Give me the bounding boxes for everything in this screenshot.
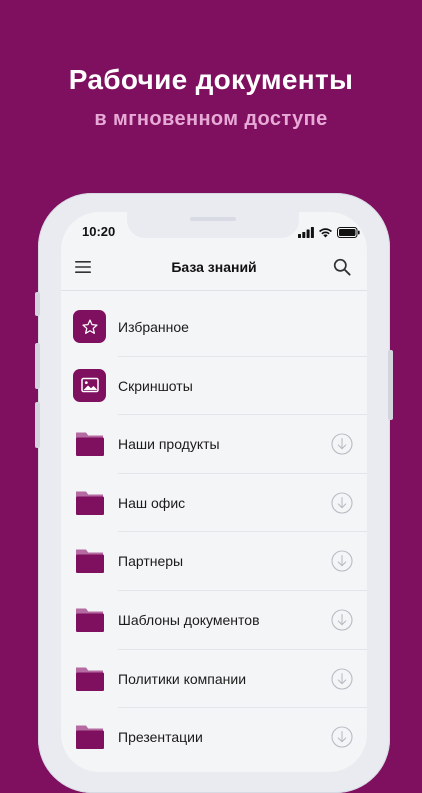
knowledge-base-list: Избранное Скриншоты Наши продукты Наш оф…: [61, 298, 367, 767]
list-item-folder[interactable]: Наш офис: [61, 474, 367, 533]
phone-notch: [127, 210, 299, 238]
signal-icon: [298, 226, 314, 238]
folder-icon: [76, 725, 104, 750]
list-item-label: Скриншоты: [118, 377, 193, 394]
phone-volume-up-button: [35, 343, 40, 389]
page-title: База знаний: [171, 259, 257, 275]
phone-mute-switch: [35, 292, 40, 316]
download-icon[interactable]: [331, 726, 353, 748]
folder-icon: [76, 667, 104, 691]
phone-volume-down-button: [35, 402, 40, 448]
status-time: 10:20: [82, 224, 116, 239]
status-icons: [298, 226, 360, 238]
download-icon[interactable]: [331, 492, 353, 514]
promo-headline: Рабочие документы: [68, 64, 354, 95]
star-icon: [81, 318, 98, 334]
promo-subline: в мгновенном доступе: [94, 108, 328, 130]
navbar: База знаний: [61, 248, 367, 286]
phone-power-button: [388, 350, 393, 420]
list-item-label: Политики компании: [118, 670, 247, 687]
list-item-label: Презентации: [118, 729, 203, 746]
download-icon[interactable]: [331, 609, 353, 631]
folder-icon: [76, 432, 104, 457]
search-button[interactable]: [333, 258, 351, 276]
list-item-folder[interactable]: Наши продукты: [61, 415, 367, 474]
navbar-divider: [61, 290, 367, 291]
download-icon[interactable]: [331, 433, 353, 455]
list-item-folder[interactable]: Партнеры: [61, 532, 367, 591]
download-icon[interactable]: [331, 668, 353, 690]
list-item-folder[interactable]: Шаблоны документов: [61, 591, 367, 650]
list-item-label: Избранное: [118, 319, 189, 335]
screenshots-icon-tile: [73, 368, 106, 402]
favorites-icon-tile: [73, 310, 106, 343]
list-item-folder[interactable]: Презентации: [61, 708, 367, 767]
list-item-favorites[interactable]: Избранное: [61, 298, 367, 357]
wifi-icon: [319, 227, 332, 237]
image-icon: [80, 377, 99, 393]
list-item-label: Наши продукты: [118, 436, 220, 453]
list-item-label: Шаблоны документов: [118, 611, 260, 628]
download-icon[interactable]: [331, 550, 353, 572]
list-item-screenshots[interactable]: Скриншоты: [61, 357, 367, 416]
list-item-folder[interactable]: Политики компании: [61, 650, 367, 709]
battery-icon: [337, 226, 360, 238]
list-item-label: Партнеры: [118, 553, 184, 570]
folder-icon: [76, 549, 104, 574]
folder-icon: [76, 608, 104, 632]
search-icon: [333, 258, 351, 276]
list-item-label: Наш офис: [118, 494, 186, 511]
folder-icon: [76, 491, 104, 515]
phone-speaker: [190, 217, 236, 221]
